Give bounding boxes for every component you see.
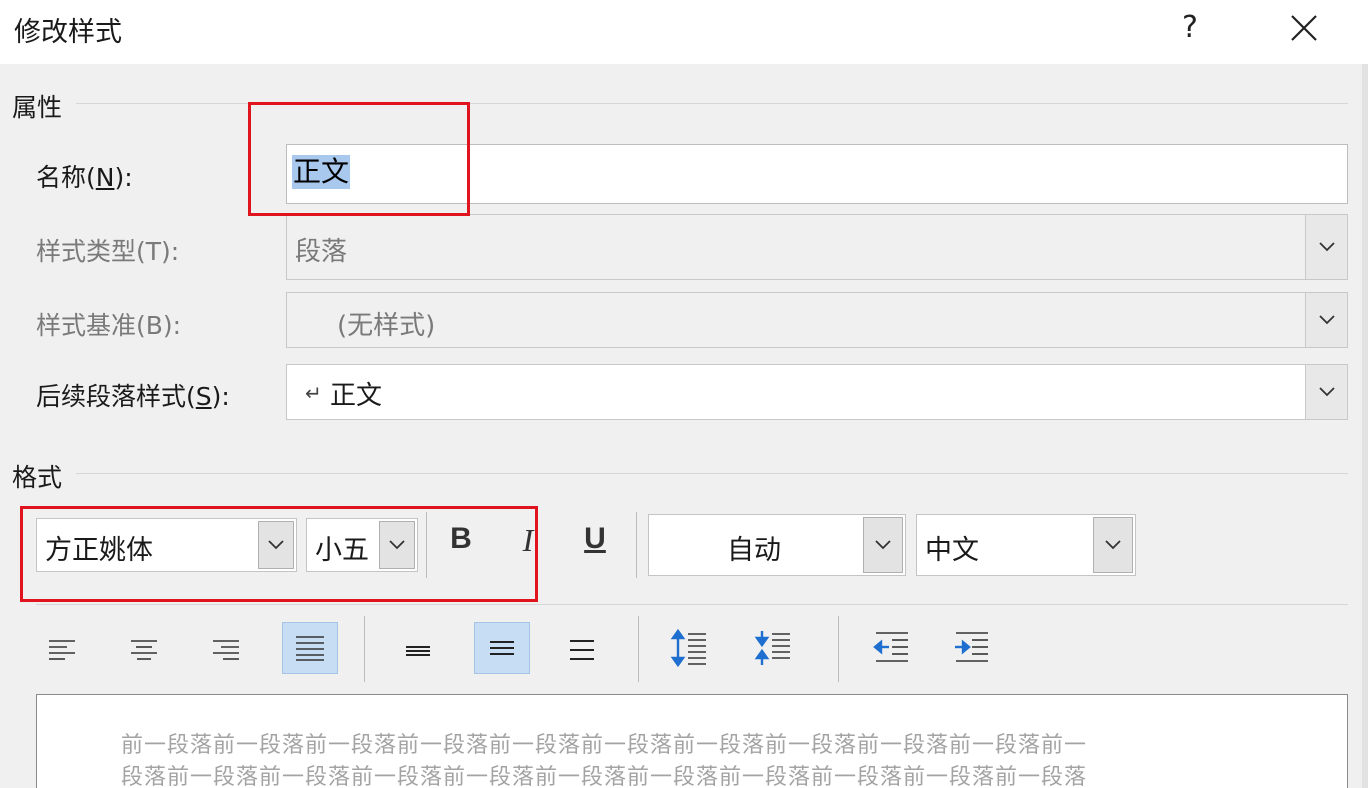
format-divider xyxy=(76,473,1348,474)
font-color-dropdown[interactable] xyxy=(863,517,903,573)
toolbar-divider xyxy=(36,604,1348,605)
next-style-dropdown[interactable] xyxy=(1305,365,1347,419)
dialog-title: 修改样式 xyxy=(14,17,122,48)
increase-paragraph-spacing-button[interactable] xyxy=(662,622,718,674)
chevron-down-icon xyxy=(1318,242,1335,252)
decrease-indent-icon xyxy=(873,632,908,662)
toolbar-separator xyxy=(638,616,639,682)
close-icon xyxy=(1291,15,1317,41)
script-select[interactable]: 中文 xyxy=(916,514,1136,576)
close-button[interactable] xyxy=(1280,6,1328,50)
window-edge xyxy=(1362,64,1368,788)
font-color-value: 自动 xyxy=(727,535,781,566)
next-style-select[interactable]: ↵ 正文 xyxy=(286,364,1348,420)
chevron-down-icon xyxy=(875,540,891,550)
script-value: 中文 xyxy=(925,535,979,566)
underline-button[interactable]: U xyxy=(572,522,618,568)
properties-section-label: 属性 xyxy=(12,93,63,122)
single-spacing-button[interactable] xyxy=(390,624,446,676)
toolbar-separator xyxy=(364,616,365,682)
increase-paragraph-spacing-icon xyxy=(670,628,706,668)
next-style-label: 后续段落样式(S): xyxy=(36,382,230,411)
font-color-select[interactable]: 自动 xyxy=(648,514,906,576)
decrease-paragraph-spacing-button[interactable] xyxy=(746,622,802,674)
style-type-select[interactable]: 段落 xyxy=(286,214,1348,280)
increase-indent-button[interactable] xyxy=(944,622,1000,674)
align-center-button[interactable] xyxy=(116,624,172,676)
style-type-dropdown[interactable] xyxy=(1305,215,1347,279)
align-left-button[interactable] xyxy=(34,624,90,676)
single-spacing-icon xyxy=(406,646,430,656)
decrease-indent-button[interactable] xyxy=(864,622,920,674)
preview-line: 前一段落前一段落前一段落前一段落前一段落前一段落前一段落前一段落前一段落前一段落… xyxy=(121,733,1088,758)
one-half-spacing-button[interactable] xyxy=(474,622,530,674)
font-highlight-box xyxy=(20,506,538,602)
double-spacing-button[interactable] xyxy=(554,624,610,676)
chevron-down-icon xyxy=(1105,540,1121,550)
justify-icon xyxy=(296,636,324,661)
dialog-titlebar: 修改样式 ? xyxy=(0,0,1368,64)
style-preview: 前一段落前一段落前一段落前一段落前一段落前一段落前一段落前一段落前一段落前一段落… xyxy=(36,694,1348,788)
help-button[interactable]: ? xyxy=(1172,6,1208,50)
format-section-label: 格式 xyxy=(12,463,63,492)
align-right-icon xyxy=(213,640,239,660)
style-based-on-value: (无样式) xyxy=(337,311,436,341)
toolbar-separator xyxy=(636,512,637,578)
style-based-on-label: 样式基准(B): xyxy=(36,311,182,340)
name-highlight-box xyxy=(248,102,470,216)
name-label: 名称(N): xyxy=(36,163,133,192)
style-based-on-dropdown[interactable] xyxy=(1305,293,1347,347)
double-spacing-icon xyxy=(570,640,594,660)
style-type-value: 段落 xyxy=(295,237,348,267)
align-right-button[interactable] xyxy=(198,624,254,676)
preview-line: 段落前一段落前一段落前一段落前一段落前一段落前一段落前一段落前一段落前一段落前一… xyxy=(121,765,1088,788)
decrease-paragraph-spacing-icon xyxy=(754,631,790,665)
style-based-on-select[interactable]: (无样式) xyxy=(286,292,1348,348)
one-half-spacing-icon xyxy=(490,641,514,655)
script-dropdown[interactable] xyxy=(1093,517,1133,573)
toolbar-separator xyxy=(838,616,839,682)
chevron-down-icon xyxy=(1318,315,1335,325)
align-left-icon xyxy=(49,640,75,660)
align-center-icon xyxy=(131,640,157,660)
next-style-value: ↵ 正文 xyxy=(305,381,383,411)
chevron-down-icon xyxy=(1318,387,1335,397)
increase-indent-icon xyxy=(955,632,988,662)
paragraph-mark-icon: ↵ xyxy=(305,381,322,405)
justify-button[interactable] xyxy=(282,622,338,674)
style-type-label: 样式类型(T): xyxy=(36,237,180,266)
